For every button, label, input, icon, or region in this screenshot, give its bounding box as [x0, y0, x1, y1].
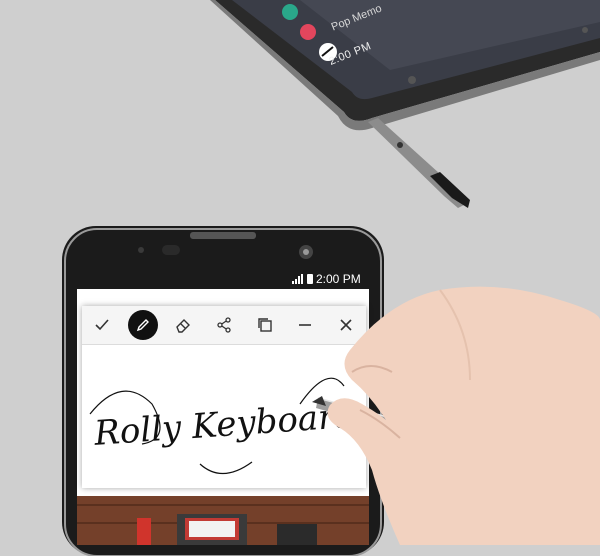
sensor-dot: [138, 247, 144, 253]
pop-memo-window: Rolly Keyboard: [82, 306, 366, 488]
eraser-button[interactable]: [168, 310, 198, 340]
minimize-button[interactable]: [290, 310, 320, 340]
background-photo: [77, 496, 369, 545]
copy-icon: [257, 318, 272, 332]
proximity-sensor: [162, 245, 180, 255]
close-button[interactable]: [331, 310, 361, 340]
status-bar: 2:00 PM: [292, 272, 361, 286]
handwriting-text: Rolly Keyboard: [92, 396, 357, 454]
battery-icon: [307, 274, 313, 284]
product-scene: 2:00 PM Pop Memo 2:00 PM Rolly Keyboard: [0, 0, 600, 556]
check-icon: [95, 319, 109, 331]
photo-red-object: [137, 518, 151, 545]
pen-icon: [136, 319, 149, 332]
pen-button[interactable]: [127, 310, 158, 340]
minimize-icon: [299, 324, 312, 326]
earpiece: [190, 232, 256, 239]
memo-toolbar: [82, 306, 366, 345]
share-icon: [217, 317, 231, 333]
copy-button[interactable]: [250, 310, 280, 340]
close-icon: [340, 319, 352, 331]
signal-icon: [292, 274, 304, 284]
memo-canvas[interactable]: Rolly Keyboard: [82, 344, 366, 488]
check-button[interactable]: [87, 310, 117, 340]
share-button[interactable]: [209, 310, 239, 340]
stylus-tip: [528, 457, 590, 486]
top-app-icon-green: [282, 4, 298, 20]
eraser-icon: [176, 319, 191, 333]
top-app-icon-red: [300, 24, 316, 40]
top-phone: [210, 0, 600, 208]
status-time: 2:00 PM: [316, 272, 361, 286]
